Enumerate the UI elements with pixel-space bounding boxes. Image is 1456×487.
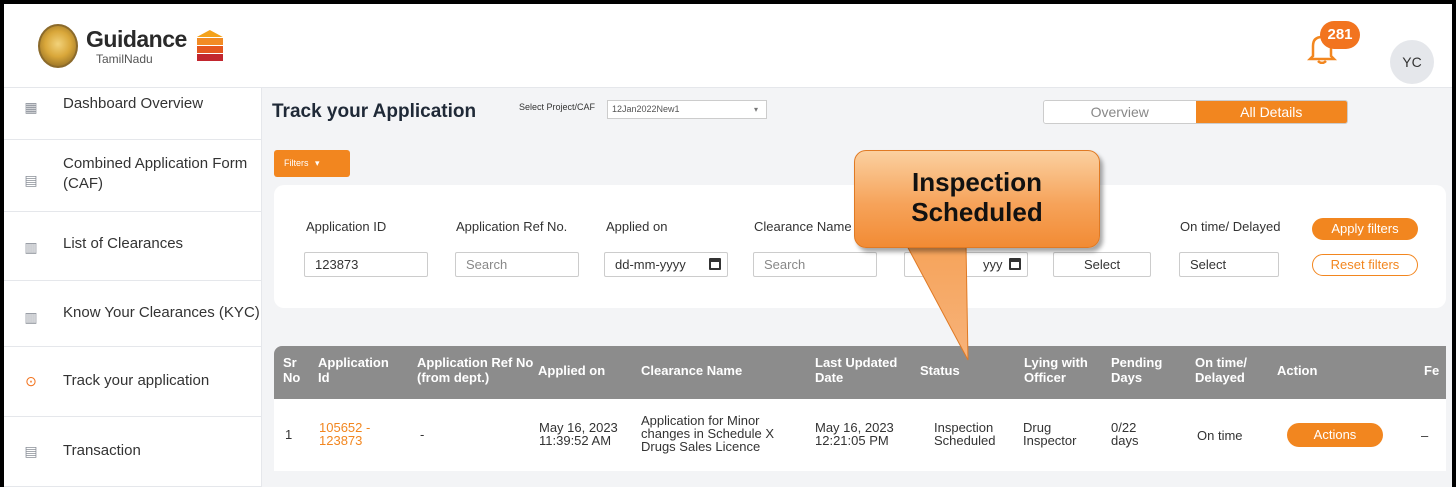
applied-on-value: dd-mm-yyyy — [615, 257, 686, 272]
cell-fee: – — [1421, 428, 1429, 443]
top-header: Guidance TamilNadu 281 YC — [4, 4, 1452, 88]
brand-logo[interactable]: Guidance TamilNadu — [38, 24, 223, 68]
brand-text: Guidance TamilNadu — [86, 25, 187, 66]
project-select[interactable]: 12Jan2022New1 ▾ — [607, 100, 767, 119]
cell-sr: 1 — [285, 427, 293, 442]
cell-last-updated: May 16, 2023 12:21:05 PM — [815, 421, 894, 447]
sidebar-item-label: Dashboard Overview — [63, 95, 204, 112]
header-sr-no: Sr No — [283, 355, 301, 385]
brand-name: Guidance — [86, 25, 187, 52]
sidebar-item-label: Know Your Clearances (KYC) — [63, 304, 260, 321]
status-select[interactable]: Select — [1053, 252, 1151, 277]
sidebar-item-label: Transaction — [63, 442, 141, 459]
sidebar: ▦ Dashboard Overview ▤ Combined Applicat… — [4, 88, 262, 487]
header-pending-days: Pending Days — [1111, 355, 1163, 385]
cell-pending-days: 0/22 days — [1111, 421, 1138, 447]
brand-sub: TamilNadu — [96, 51, 153, 66]
sidebar-item-label: List of Clearances — [63, 235, 184, 252]
callout-line: Scheduled — [911, 197, 1043, 227]
filters-label: Filters — [284, 158, 309, 168]
header-clearance-name: Clearance Name — [641, 363, 743, 378]
applied-time: 11:39:52 AM — [539, 433, 612, 448]
cell-application-id[interactable]: 105652 - 123873 — [319, 421, 370, 447]
header-application-id: Application Id — [318, 355, 389, 385]
updated-time: 12:21:05 PM — [815, 433, 889, 448]
application-id-label: Application ID — [306, 219, 387, 234]
cell-officer: Drug Inspector — [1023, 421, 1076, 447]
applied-on-input[interactable]: dd-mm-yyyy — [604, 252, 728, 277]
emblem-icon — [38, 24, 78, 68]
header-last-updated: Last Updated Date — [815, 355, 898, 385]
header-applied-on: Applied on — [538, 363, 606, 378]
last-updated-input[interactable]: yyy — [904, 252, 1028, 277]
ref-no-label: Application Ref No. — [456, 219, 568, 234]
pending-line: days — [1111, 433, 1139, 448]
chevron-down-icon: ▾ — [753, 105, 758, 114]
sidebar-item-caf[interactable]: ▤ Combined Application Form (CAF) — [4, 140, 262, 212]
clearance-line: Drugs Sales Licence — [641, 439, 761, 454]
cell-applied-on: May 16, 2023 11:39:52 AM — [539, 421, 618, 447]
sidebar-item-transaction[interactable]: ▤ Transaction — [4, 417, 262, 487]
header-fee: Fe — [1424, 363, 1440, 378]
sidebar-item-kyc[interactable]: ▥ Know Your Clearances (KYC) — [4, 281, 262, 347]
application-id-input[interactable]: 123873 — [304, 252, 428, 277]
reset-filters-button[interactable]: Reset filters — [1312, 254, 1418, 276]
cell-ref-no: - — [420, 427, 425, 442]
notification-badge: 281 — [1320, 21, 1360, 49]
flag-icon — [196, 28, 223, 64]
book-icon: ▥ — [24, 309, 38, 325]
status-line: Scheduled — [934, 433, 996, 448]
calendar-icon[interactable] — [709, 258, 721, 270]
header-status: Status — [920, 363, 960, 378]
last-updated-value: yyy — [983, 257, 1003, 272]
sidebar-item-track[interactable]: ⊙ Track your application — [4, 347, 262, 417]
caret-down-icon: ▾ — [315, 158, 320, 168]
sidebar-item-label: Combined Application Form (CAF) — [63, 155, 248, 192]
tab-all-details[interactable]: All Details — [1195, 101, 1347, 123]
sidebar-item-clearances[interactable]: ▥ List of Clearances — [4, 212, 262, 281]
clearance-name-input[interactable]: Search — [753, 252, 877, 277]
ref-no-input[interactable]: Search — [455, 252, 579, 277]
sidebar-item-label: Track your application — [63, 372, 210, 389]
page-title: Track your Application — [272, 101, 477, 122]
apply-filters-button[interactable]: Apply filters — [1312, 218, 1418, 240]
cell-status: Inspection Scheduled — [934, 421, 995, 447]
clearance-name-label: Clearance Name — [754, 219, 852, 234]
header-lying-with: Lying with Officer — [1024, 355, 1088, 385]
document-icon: ▤ — [24, 172, 38, 188]
app-id-line: 123873 — [319, 433, 363, 448]
wallet-icon: ▤ — [24, 443, 38, 459]
view-toggle: Overview All Details — [1043, 100, 1348, 124]
project-select-label: Select Project/CAF — [519, 102, 596, 112]
inspection-callout: Inspection Scheduled — [854, 150, 1100, 248]
header-ref-no: Application Ref No (from dept.) — [417, 355, 534, 385]
tab-overview[interactable]: Overview — [1044, 101, 1196, 123]
callout-line: Inspection — [911, 167, 1042, 197]
project-select-value: 12Jan2022New1 — [612, 104, 680, 114]
header-ontime: On time/ Delayed — [1195, 355, 1248, 385]
table-header: Sr No Application Id Application Ref No … — [274, 346, 1446, 399]
sidebar-item-dashboard[interactable]: ▦ Dashboard Overview — [4, 88, 262, 140]
officer-line: Inspector — [1023, 433, 1077, 448]
calendar-icon[interactable] — [1009, 258, 1021, 270]
ontime-select[interactable]: Select — [1179, 252, 1279, 277]
callout-text: Inspection Scheduled — [855, 151, 1099, 227]
list-icon: ▥ — [24, 239, 38, 255]
location-pin-icon: ⊙ — [25, 373, 37, 389]
filters-button[interactable]: Filters ▾ — [274, 150, 350, 177]
applied-on-label: Applied on — [606, 219, 668, 234]
actions-button[interactable]: Actions — [1287, 423, 1383, 447]
ontime-label: On time/ Delayed — [1180, 219, 1281, 234]
cell-clearance-name: Application for Minor changes in Schedul… — [641, 414, 774, 453]
cell-ontime: On time — [1197, 428, 1243, 443]
app-frame: Guidance TamilNadu 281 YC ▦ Dashboard Ov… — [0, 0, 1456, 487]
user-avatar[interactable]: YC — [1390, 40, 1434, 84]
dashboard-icon: ▦ — [24, 99, 38, 115]
header-action: Action — [1277, 363, 1318, 378]
